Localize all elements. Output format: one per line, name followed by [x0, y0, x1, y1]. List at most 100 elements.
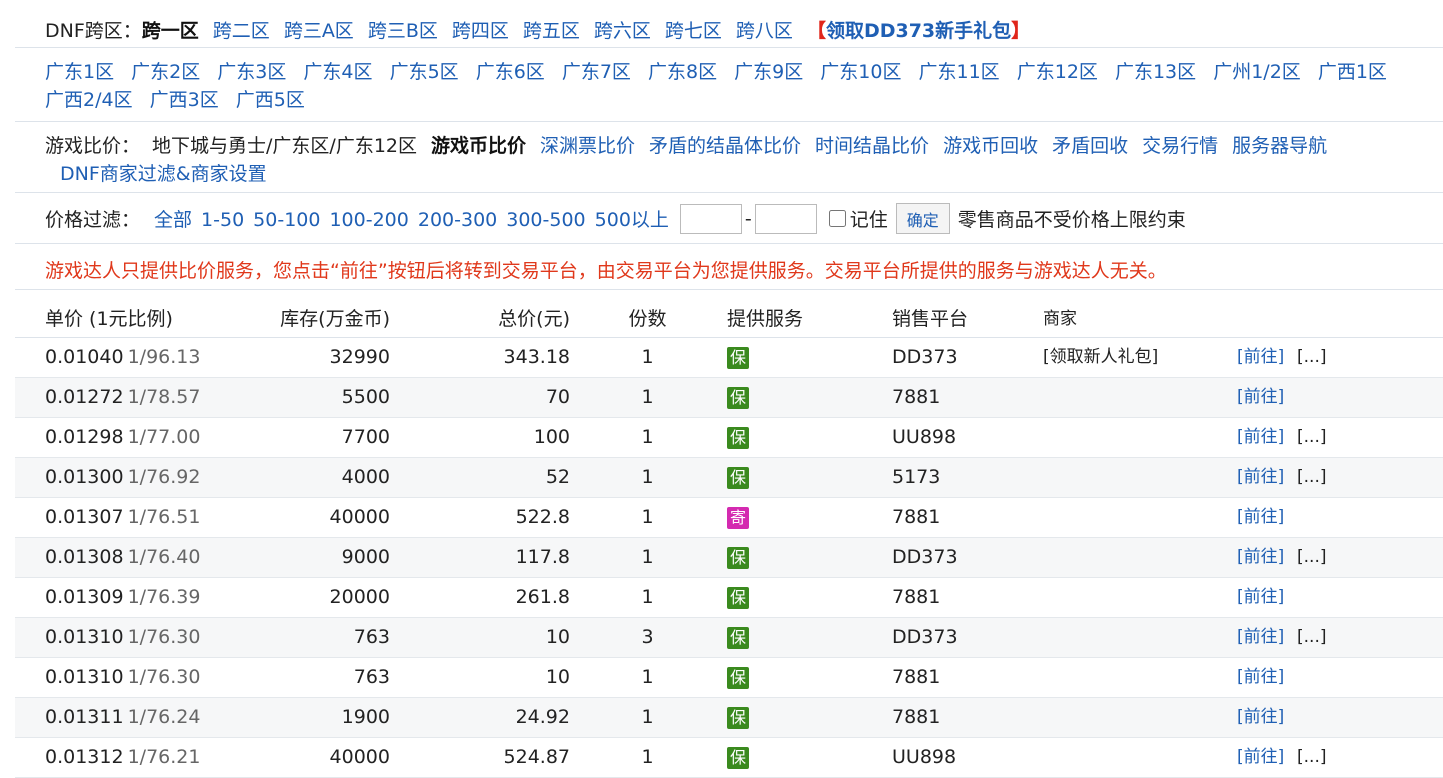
- more-link[interactable]: [...]: [1297, 418, 1326, 457]
- more-link[interactable]: [...]: [1297, 618, 1326, 657]
- price-option-link[interactable]: 1-50: [201, 209, 244, 231]
- quantity-cell: 1: [641, 546, 654, 568]
- price-min-input[interactable]: [679, 203, 742, 234]
- divider: [15, 289, 1443, 290]
- more-link[interactable]: [...]: [1297, 538, 1326, 577]
- divider: [15, 243, 1443, 244]
- service-badge: 保: [727, 546, 749, 569]
- server-link[interactable]: 广西5区: [236, 86, 305, 114]
- service-cell: 寄: [727, 498, 749, 537]
- unit-price-cell: 0.01272 1/78.57: [45, 378, 200, 417]
- server-link[interactable]: 广西3区: [150, 86, 219, 114]
- cross-server-link[interactable]: 跨四区: [452, 16, 509, 43]
- cross-server-link[interactable]: 跨二区: [213, 16, 270, 43]
- server-link[interactable]: 广东13区: [1115, 58, 1196, 86]
- divider: [15, 121, 1443, 122]
- quantity-cell: 1: [641, 506, 654, 528]
- unit-price-cell: 0.01298 1/77.00: [45, 418, 200, 457]
- price-max-input[interactable]: [754, 203, 817, 234]
- server-link[interactable]: 广东7区: [562, 58, 631, 86]
- server-link[interactable]: 广东9区: [734, 58, 803, 86]
- go-link[interactable]: [前往]: [1237, 658, 1284, 697]
- cross-server-link[interactable]: 跨五区: [523, 16, 580, 43]
- compare-link[interactable]: 矛盾的结晶体比价: [649, 132, 801, 160]
- go-link[interactable]: [前往]: [1237, 418, 1284, 457]
- compare-link[interactable]: 服务器导航: [1232, 132, 1327, 160]
- total-price-cell: 10: [545, 626, 570, 648]
- cross-server-link[interactable]: 跨三A区: [284, 16, 354, 43]
- quantity-cell: 1: [641, 386, 654, 408]
- go-link[interactable]: [前往]: [1237, 498, 1284, 537]
- total-price-cell: 10: [545, 666, 570, 688]
- go-link[interactable]: [前往]: [1237, 618, 1284, 657]
- go-link[interactable]: [前往]: [1237, 378, 1284, 417]
- merchant-filter-link[interactable]: DNF商家过滤&商家设置: [60, 160, 267, 188]
- more-link[interactable]: [...]: [1297, 738, 1326, 777]
- go-link[interactable]: [前往]: [1237, 338, 1284, 377]
- cross-server-link[interactable]: 跨三B区: [368, 16, 438, 43]
- server-link[interactable]: 广东1区: [45, 58, 114, 86]
- server-link[interactable]: 广东10区: [820, 58, 901, 86]
- go-link[interactable]: [前往]: [1237, 698, 1284, 737]
- price-option-link[interactable]: 50-100: [253, 209, 320, 231]
- confirm-button[interactable]: 确定: [895, 203, 950, 234]
- price-option-link[interactable]: 全部: [154, 205, 192, 232]
- compare-link[interactable]: 深渊票比价: [540, 132, 635, 160]
- divider: [15, 47, 1443, 48]
- table-header: 单价 (1元比例) 库存(万金币) 总价(元) 份数 提供服务 销售平台 商家: [15, 300, 1443, 338]
- server-link[interactable]: 广西1区: [1318, 58, 1387, 86]
- server-link[interactable]: 广东3区: [217, 58, 286, 86]
- server-link[interactable]: 广东4区: [303, 58, 372, 86]
- total-price-cell: 52: [545, 466, 570, 488]
- quantity-cell: 1: [641, 746, 654, 768]
- quantity-cell: 1: [641, 586, 654, 608]
- server-link[interactable]: 广东11区: [919, 58, 1000, 86]
- server-link[interactable]: 广东2区: [131, 58, 200, 86]
- server-link[interactable]: 广东8区: [648, 58, 717, 86]
- price-option-link[interactable]: 100-200: [329, 209, 408, 231]
- service-notice: 游戏达人只提供比价服务，您点击“前往”按钮后将转到交易平台，由交易平台为您提供服…: [45, 260, 1167, 282]
- remember-checkbox[interactable]: [828, 210, 846, 227]
- stock-cell: 4000: [341, 466, 390, 488]
- service-cell: 保: [727, 578, 749, 617]
- server-link[interactable]: 广西2/4区: [45, 86, 133, 114]
- server-link[interactable]: 广东12区: [1017, 58, 1098, 86]
- price-option-link[interactable]: 500以上: [595, 205, 669, 232]
- go-link[interactable]: [前往]: [1237, 538, 1284, 577]
- merchant-cell[interactable]: [领取新人礼包]: [1043, 338, 1158, 377]
- platform-cell: 7881: [892, 506, 941, 528]
- gift-bracket-close: 】: [1011, 20, 1031, 42]
- stock-cell: 32990: [329, 346, 390, 368]
- compare-link[interactable]: 交易行情: [1142, 132, 1218, 160]
- price-option-link[interactable]: 200-300: [418, 209, 497, 231]
- remember-toggle[interactable]: 记住: [828, 205, 888, 232]
- go-link[interactable]: [前往]: [1237, 578, 1284, 617]
- quantity-cell: 1: [641, 346, 654, 368]
- gift-link[interactable]: 【领取DD373新手礼包】: [807, 16, 1030, 43]
- unit-price-cell: 0.01307 1/76.51: [45, 498, 200, 537]
- server-link[interactable]: 广东5区: [390, 58, 459, 86]
- more-link[interactable]: [...]: [1297, 458, 1326, 497]
- compare-link[interactable]: 游戏币回收: [943, 132, 1038, 160]
- cross-server-link[interactable]: 跨六区: [594, 16, 651, 43]
- cross-server-link[interactable]: 跨八区: [736, 16, 793, 43]
- more-link[interactable]: [...]: [1297, 338, 1326, 377]
- compare-current: 游戏币比价: [431, 135, 527, 157]
- cross-server-link[interactable]: 跨七区: [665, 16, 722, 43]
- go-link[interactable]: [前往]: [1237, 738, 1284, 777]
- compare-link[interactable]: 时间结晶比价: [815, 132, 929, 160]
- server-link[interactable]: 广州1/2区: [1213, 58, 1301, 86]
- compare-link[interactable]: 矛盾回收: [1052, 132, 1128, 160]
- platform-cell: DD373: [892, 626, 958, 648]
- unit-price: 0.01272: [45, 386, 124, 408]
- quantity-cell: 3: [641, 626, 654, 648]
- total-price-cell: 522.8: [515, 506, 570, 528]
- server-link[interactable]: 广东6区: [476, 58, 545, 86]
- price-option-link[interactable]: 300-500: [506, 209, 585, 231]
- cross-server-current: 跨一区: [141, 20, 199, 42]
- platform-cell: UU898: [892, 426, 957, 448]
- service-cell: 保: [727, 738, 749, 777]
- go-link[interactable]: [前往]: [1237, 458, 1284, 497]
- unit-price: 0.01310: [45, 666, 124, 688]
- table-row: 0.01040 1/96.13 32990 343.18 1 保 DD373 [领取新人礼包]…: [15, 338, 1443, 378]
